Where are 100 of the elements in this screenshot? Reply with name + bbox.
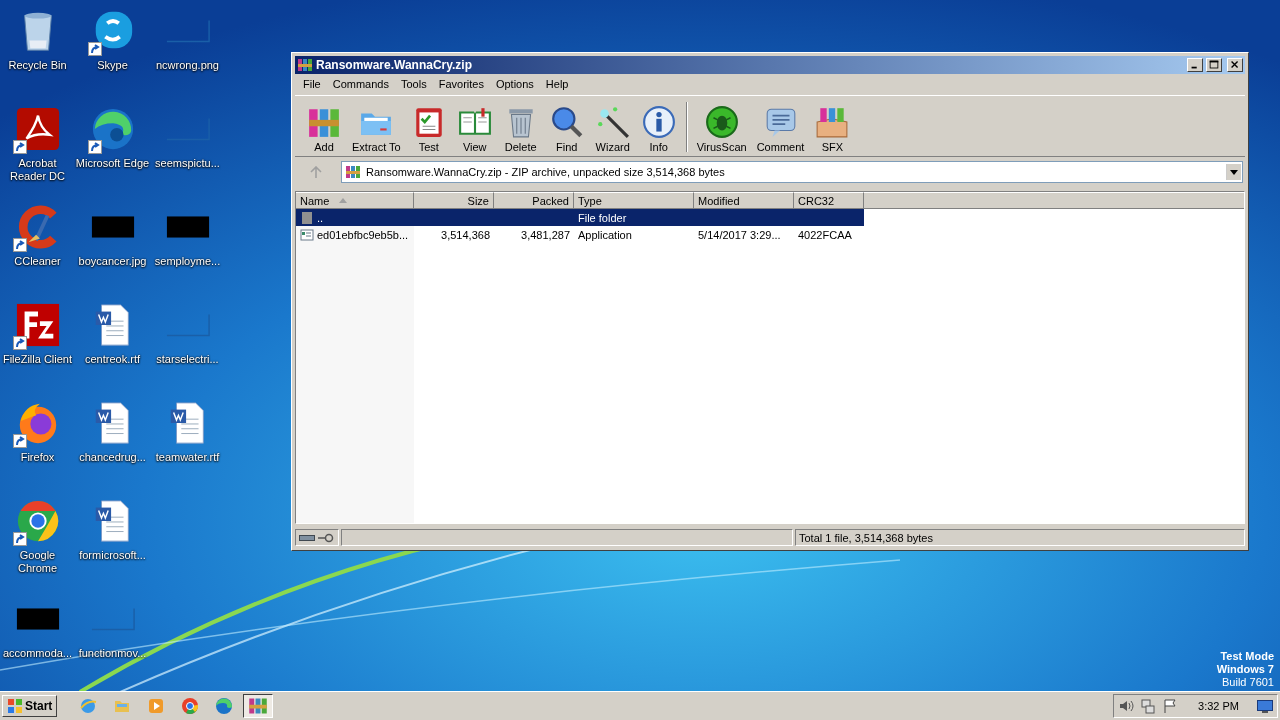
table-cell-text: 5/14/2017 3:29... — [697, 227, 782, 243]
toolbar-button[interactable]: Extract To — [347, 105, 406, 156]
menu-item[interactable]: File — [297, 77, 327, 90]
icon-label[interactable]: Google Chrome — [0, 549, 75, 575]
shortcut-icon — [12, 532, 27, 546]
icon-label[interactable]: starselectri... — [156, 353, 219, 366]
icon-label[interactable]: FileZilla Client — [2, 353, 73, 366]
menu-item[interactable]: Help — [539, 77, 575, 90]
icon-label[interactable]: accommoda... — [2, 647, 73, 660]
show-desktop-icon[interactable] — [1257, 699, 1273, 713]
archive-icon — [297, 57, 313, 73]
toolbar-button[interactable]: Wizard — [589, 105, 636, 156]
toolbar-button[interactable]: Info — [635, 105, 682, 156]
window-title: Ransomware.WannaCry.zip — [316, 58, 474, 72]
icon-label[interactable]: chancedrug... — [79, 451, 146, 464]
dropdown-button[interactable] — [1226, 164, 1241, 180]
icon-label[interactable]: seemspictu... — [155, 157, 220, 170]
icon-label[interactable]: Microsoft Edge — [75, 157, 150, 170]
shortcut-icon — [87, 42, 102, 56]
icon-label[interactable]: semployme... — [154, 255, 221, 268]
file-name-cell[interactable]: .. — [296, 209, 414, 226]
toolbar-button[interactable]: Add — [301, 105, 347, 156]
key-icon — [318, 532, 334, 543]
column-header[interactable]: CRC32 — [794, 192, 864, 209]
taskbar-button[interactable] — [243, 694, 274, 718]
column-header[interactable]: Name — [296, 192, 414, 209]
archive-icon — [345, 164, 361, 180]
image-thumbnail[interactable] — [14, 606, 61, 632]
minimize-button[interactable] — [1187, 58, 1203, 72]
up-arrow-icon — [310, 166, 322, 178]
system-notice-text: Windows 7 — [1216, 663, 1274, 676]
toolbar-button[interactable]: View — [451, 105, 498, 156]
maximize-button[interactable] — [1206, 58, 1222, 72]
icon-label[interactable]: Skype — [97, 59, 128, 72]
menu-item[interactable]: Options — [489, 77, 540, 90]
shortcut-icon — [12, 434, 27, 448]
icon-label[interactable]: boycancer.jpg — [78, 255, 147, 268]
menu-item[interactable]: Favorites — [432, 77, 490, 90]
app-icon — [181, 697, 200, 715]
play-icon — [147, 697, 166, 715]
drive-icon — [299, 533, 315, 542]
table-cell-text: Application — [577, 227, 633, 243]
path-text: Ransomware.WannaCry.zip - ZIP archive, unpacked size 3,514,368 bytes — [366, 166, 726, 178]
folder-icon — [300, 210, 314, 225]
image-thumbnail[interactable] — [89, 606, 136, 632]
shortcut-icon — [12, 336, 27, 350]
image-thumbnail[interactable] — [164, 18, 211, 44]
info-icon — [641, 105, 676, 139]
icon-label[interactable]: teamwater.rtf — [155, 451, 220, 464]
icon-label[interactable]: Acrobat Reader DC — [0, 157, 75, 183]
menu-item[interactable]: Tools — [395, 77, 433, 90]
bug-icon — [704, 105, 739, 139]
status-text: Total 1 file, 3,514,368 bytes — [799, 531, 933, 544]
image-thumbnail[interactable] — [164, 214, 211, 240]
windows-flag-icon — [7, 698, 23, 714]
shortcut-icon — [12, 238, 27, 252]
speaker-icon[interactable] — [1118, 698, 1135, 714]
icon-label[interactable]: functionmov... — [78, 647, 147, 660]
table-cell: File folder — [574, 209, 694, 226]
icon-label[interactable]: CCleaner — [14, 255, 61, 268]
network-icon[interactable] — [1140, 698, 1157, 714]
icon-label[interactable]: ncwrong.png — [156, 59, 219, 72]
icon-label[interactable]: Recycle Bin — [8, 59, 67, 72]
path-field[interactable]: Ransomware.WannaCry.zip - ZIP archive, unpacked size 3,514,368 bytes — [341, 161, 1243, 183]
table-cell-text: 3,481,287 — [520, 227, 571, 243]
toolbar-button[interactable]: Comment — [751, 105, 810, 156]
icon-label[interactable]: formicrosoft... — [79, 549, 146, 562]
toolbar-button[interactable]: Delete — [497, 105, 544, 156]
flag-icon[interactable] — [1162, 698, 1179, 714]
image-thumbnail[interactable] — [164, 312, 211, 338]
window-file-icon — [300, 227, 314, 242]
table-cell-text: 4022FCAA — [797, 227, 853, 243]
toolbar-button[interactable]: SFX — [809, 105, 856, 156]
menu-item[interactable]: Commands — [326, 77, 395, 90]
toolbar-button[interactable]: Test — [405, 105, 452, 156]
icon-label[interactable]: centreok.rtf — [85, 353, 140, 366]
clock[interactable]: 3:32 PM — [1198, 700, 1239, 712]
close-button[interactable] — [1227, 58, 1243, 72]
wand-icon — [595, 105, 630, 139]
box-icon — [815, 105, 850, 139]
shortcut-icon — [87, 140, 102, 154]
sort-arrow-icon — [339, 198, 348, 203]
column-header[interactable]: Size — [414, 192, 494, 209]
toolbar-button[interactable]: VirusScan — [691, 105, 752, 156]
archive-icon — [248, 696, 269, 716]
column-header[interactable]: Modified — [694, 192, 794, 209]
globe-icon — [79, 697, 98, 715]
toolbar-button[interactable]: Find — [543, 105, 590, 156]
magnifier-icon — [549, 105, 584, 139]
shortcut-icon — [12, 140, 27, 154]
table-cell — [794, 209, 864, 226]
icon-label[interactable]: Firefox — [20, 451, 55, 464]
system-notice-text: Test Mode — [1220, 650, 1274, 663]
table-cell-text: 3,514,368 — [440, 227, 491, 243]
column-header[interactable]: Type — [574, 192, 694, 209]
image-thumbnail[interactable] — [89, 214, 136, 240]
app-icon — [215, 697, 234, 715]
column-header[interactable]: Packed — [494, 192, 574, 209]
start-button[interactable]: Start — [2, 695, 58, 717]
system-notice-text: Build 7601 — [1222, 676, 1274, 689]
